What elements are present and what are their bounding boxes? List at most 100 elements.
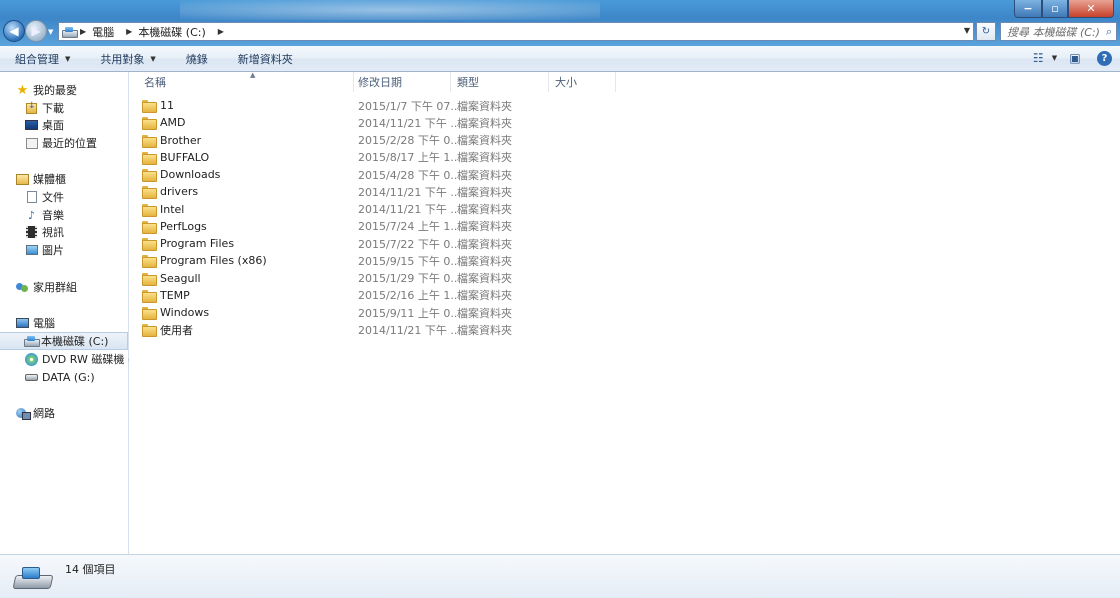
libraries-icon <box>16 173 29 185</box>
folder-icon <box>142 169 157 182</box>
folder-icon <box>142 100 157 113</box>
file-name: Brother <box>160 133 202 147</box>
list-item[interactable]: TEMP 2015/2/16 上午 1... 檔案資料夾 <box>142 287 512 304</box>
maximize-button[interactable]: ▫ <box>1042 0 1068 18</box>
minimize-button[interactable]: − <box>1014 0 1042 18</box>
item-count: 14 個項目 <box>65 563 116 576</box>
videos-icon <box>26 226 37 238</box>
search-icon[interactable]: ⌕ <box>1106 25 1112 39</box>
list-item[interactable]: 11 2015/1/7 下午 07... 檔案資料夾 <box>142 97 512 114</box>
folder-icon <box>142 289 157 303</box>
file-date: 2015/1/7 下午 07... <box>358 99 461 113</box>
file-name: PerfLogs <box>160 219 207 233</box>
list-item[interactable]: PerfLogs 2015/7/24 上午 1... 檔案資料夾 <box>142 218 512 235</box>
sidebar-item-dvd-drive[interactable]: DVD RW 磁碟機 (D <box>25 350 129 368</box>
drive-icon <box>14 567 50 589</box>
breadcrumb-computer[interactable]: 電腦 <box>92 24 114 40</box>
list-item[interactable]: Windows 2015/9/11 上午 0... 檔案資料夾 <box>142 304 512 321</box>
list-item[interactable]: Seagull 2015/1/29 下午 0... 檔案資料夾 <box>142 270 512 287</box>
list-item[interactable]: Brother 2015/2/28 下午 0... 檔案資料夾 <box>142 132 512 149</box>
column-header-size[interactable]: 大小 <box>549 72 616 92</box>
file-date: 2014/11/21 下午 ... <box>358 203 461 216</box>
sidebar-item-computer[interactable]: 電腦 <box>16 314 144 332</box>
burn-label: 燒錄 <box>185 52 208 66</box>
list-item[interactable]: BUFFALO 2015/8/17 上午 1... 檔案資料夾 <box>142 149 512 166</box>
help-icon[interactable]: ? <box>1097 50 1112 66</box>
music-icon: ♪ <box>27 208 36 222</box>
homegroup-icon <box>16 281 29 293</box>
breadcrumb-separator-icon[interactable]: ▶ <box>80 27 86 36</box>
column-headers: 名稱 ▲ 修改日期 類型 大小 <box>130 71 1120 92</box>
sidebar-item-network[interactable]: 網路 <box>16 404 144 422</box>
chevron-down-icon: ▼ <box>150 54 156 63</box>
hard-drive-icon <box>25 373 38 381</box>
search-input[interactable]: 搜尋 本機磁碟 (C:) ⌕ <box>1000 22 1117 41</box>
forward-button[interactable]: ▶ <box>25 20 47 42</box>
file-date: 2015/7/22 下午 0... <box>358 237 461 251</box>
address-bar[interactable]: ▶ 電腦 ▶ 本機磁碟 (C:) ▶ ▼ <box>58 22 974 41</box>
file-date: 2014/11/21 下午 ... <box>358 323 461 337</box>
file-date: 2015/9/11 上午 0... <box>358 306 461 320</box>
sidebar-item-homegroup[interactable]: 家用群組 <box>16 278 144 296</box>
list-item[interactable]: Downloads 2015/4/28 下午 0... 檔案資料夾 <box>142 166 512 183</box>
file-name: 使用者 <box>160 323 193 337</box>
file-list: 名稱 ▲ 修改日期 類型 大小 11 2015/1/7 下午 07... 檔案資料夾… <box>130 71 1120 554</box>
file-date: 2014/11/21 下午 ... <box>358 116 461 130</box>
folder-icon <box>142 203 157 217</box>
column-header-date[interactable]: 修改日期 <box>352 72 451 92</box>
list-item[interactable]: Intel 2014/11/21 下午 ... 檔案資料夾 <box>142 201 512 218</box>
file-type: 檔案資料夾 <box>457 272 512 285</box>
sidebar-item-label: 本機磁碟 (C:) <box>41 335 109 348</box>
drive-icon <box>24 336 40 347</box>
dvd-drive-icon <box>25 352 38 366</box>
list-item[interactable]: drivers 2014/11/21 下午 ... 檔案資料夾 <box>142 183 512 200</box>
file-date: 2014/11/21 下午 ... <box>358 185 461 199</box>
organize-label: 組合管理 <box>15 52 59 66</box>
sidebar-item-label: 家用群組 <box>33 281 77 294</box>
column-header-name[interactable]: 名稱 ▲ <box>138 71 354 92</box>
file-name: 11 <box>160 99 174 112</box>
downloads-icon <box>26 101 37 114</box>
organize-menu[interactable]: 組合管理 ▼ <box>0 46 85 72</box>
column-type-label: 類型 <box>457 76 479 89</box>
breadcrumb-separator-icon[interactable]: ▶ <box>218 27 224 36</box>
new-folder-button[interactable]: 新增資料夾 <box>223 46 308 72</box>
file-type: 檔案資料夾 <box>457 237 512 251</box>
folder-icon <box>142 151 157 165</box>
back-button[interactable]: ◀ <box>3 20 25 42</box>
breadcrumb-drive-c[interactable]: 本機磁碟 (C:) <box>138 24 205 40</box>
list-item[interactable]: 使用者 2014/11/21 下午 ... 檔案資料夾 <box>142 321 512 338</box>
recent-pages-dropdown-icon[interactable]: ▼ <box>48 28 53 36</box>
sidebar-item-drive-c[interactable]: 本機磁碟 (C:) <box>0 332 128 350</box>
list-item[interactable]: AMD 2014/11/21 下午 ... 檔案資料夾 <box>142 114 512 131</box>
list-item[interactable]: Program Files (x86) 2015/9/15 下午 0... 檔案資料… <box>142 252 512 269</box>
close-button[interactable]: ✕ <box>1068 0 1114 18</box>
share-menu[interactable]: 共用對象 ▼ <box>85 46 170 72</box>
sidebar-item-label: 桌面 <box>42 119 64 132</box>
column-header-type[interactable]: 類型 <box>451 72 549 92</box>
burn-button[interactable]: 燒錄 <box>171 46 223 72</box>
preview-pane-icon[interactable]: ▣ <box>1067 50 1083 66</box>
sidebar-item-libraries[interactable]: 媒體櫃 <box>16 170 144 188</box>
refresh-button[interactable]: ↻ <box>976 22 996 41</box>
list-item[interactable]: Program Files 2015/7/22 下午 0... 檔案資料夾 <box>142 235 512 252</box>
view-options-icon[interactable]: ☷ ▼ <box>1033 50 1057 66</box>
sidebar-item-label: 網路 <box>33 407 55 420</box>
toolbar-right: ☷ ▼ ▣ ? <box>1033 50 1112 66</box>
sidebar-item-label: 視訊 <box>42 226 64 239</box>
file-name: Program Files <box>160 237 235 250</box>
sidebar-item-favorites[interactable]: ★ 我的最愛 <box>16 81 144 99</box>
computer-icon <box>16 318 29 328</box>
breadcrumb-separator-icon[interactable]: ▶ <box>126 27 132 36</box>
file-type: 檔案資料夾 <box>457 168 512 182</box>
address-dropdown-icon[interactable]: ▼ <box>964 26 970 35</box>
sidebar-item-label: 圖片 <box>42 244 64 257</box>
new-folder-label: 新增資料夾 <box>237 52 293 66</box>
search-placeholder: 搜尋 本機磁碟 (C:) <box>1007 25 1100 39</box>
file-type: 檔案資料夾 <box>457 254 512 268</box>
file-date: 2015/4/28 下午 0... <box>358 168 461 182</box>
sidebar-item-label: 媒體櫃 <box>33 173 66 186</box>
documents-icon <box>26 191 37 203</box>
desktop-icon <box>25 120 38 130</box>
file-name: Downloads <box>160 168 221 181</box>
